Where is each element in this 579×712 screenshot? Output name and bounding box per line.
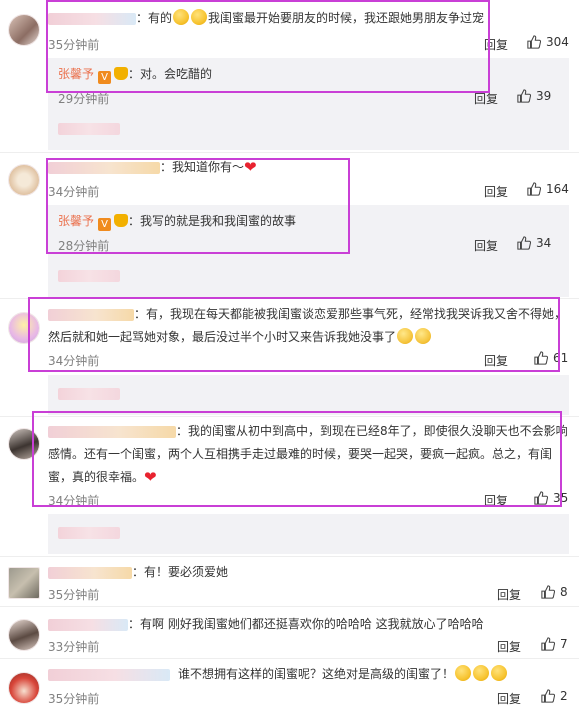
- avatar[interactable]: [8, 164, 40, 196]
- username-blurred[interactable]: [48, 425, 176, 438]
- comment-text-line: 然后就和她一起骂她对象，最后没过半个小时又来告诉我她没事了: [48, 327, 432, 347]
- comment-time: 33分钟前: [48, 640, 100, 654]
- thumbs-up-icon: [527, 182, 542, 196]
- like-button[interactable]: 39: [517, 89, 551, 103]
- like-button[interactable]: 61: [534, 351, 568, 365]
- like-button[interactable]: 8: [541, 585, 568, 599]
- like-button[interactable]: 7: [541, 637, 568, 651]
- reply-time: 28分钟前: [58, 239, 110, 253]
- like-button[interactable]: 164: [527, 182, 569, 196]
- avatar[interactable]: [8, 567, 40, 599]
- laugh-cry-emoji-icon: [397, 328, 414, 344]
- thumbs-up-icon: [517, 89, 532, 103]
- comment-time: 34分钟前: [48, 185, 100, 199]
- reply-button[interactable]: 回复: [497, 586, 521, 603]
- heart-emoji-icon: ❤: [244, 158, 257, 176]
- emoji-icon: [473, 665, 490, 681]
- more-replies-bar[interactable]: [48, 375, 569, 415]
- sub-reply: 张馨予 V ：对。会吃醋的 29分钟前 回复 39: [48, 58, 569, 110]
- comment-text: ：有，我现在每天都能被我闺蜜谈恋爱那些事气死，经常找我哭诉我又舍不得她，: [48, 304, 566, 324]
- like-button[interactable]: 35: [534, 491, 568, 505]
- comment-time: 35分钟前: [48, 692, 100, 706]
- author-name[interactable]: 张馨予: [58, 214, 94, 228]
- reply-text: ：我写的就是我和我闺蜜的故事: [128, 214, 297, 228]
- sub-reply: 张馨予 V ：我写的就是我和我闺蜜的故事 28分钟前 回复 34: [48, 205, 569, 257]
- comment-text-line: 蜜，真的很幸福。❤: [48, 468, 157, 486]
- verified-v-icon: V: [98, 218, 112, 231]
- comment-text: ：有的 我闺蜜最开始要朋友的时候，我还跟她男朋友争过宠: [48, 8, 484, 28]
- reply-button[interactable]: 回复: [497, 690, 521, 707]
- username-blurred[interactable]: [48, 668, 170, 681]
- username-blurred[interactable]: [48, 161, 160, 174]
- like-button[interactable]: 2: [541, 689, 568, 703]
- comment-time: 34分钟前: [48, 494, 100, 508]
- more-replies-bar[interactable]: [48, 110, 569, 150]
- thumbs-up-icon: [541, 637, 556, 651]
- comment-time: 35分钟前: [48, 38, 100, 52]
- thumbs-up-icon: [541, 689, 556, 703]
- grin-emoji-icon: [173, 9, 190, 25]
- avatar[interactable]: [8, 619, 40, 651]
- heart-emoji-icon: ❤: [144, 468, 157, 486]
- comment-text: ：有！要必须爱她: [48, 562, 228, 582]
- reply-button[interactable]: 回复: [484, 183, 508, 200]
- verified-v-icon: V: [98, 71, 112, 84]
- grin-emoji-icon: [191, 9, 208, 25]
- thumbs-up-icon: [517, 236, 532, 250]
- thumbs-up-icon: [541, 585, 556, 599]
- thumbs-up-icon: [534, 351, 549, 365]
- crown-badge-icon: [114, 214, 129, 227]
- author-name[interactable]: 张馨予: [58, 67, 94, 81]
- username-blurred[interactable]: [48, 618, 128, 631]
- avatar[interactable]: [8, 672, 40, 704]
- thumbs-up-icon: [527, 35, 542, 49]
- more-replies-bar[interactable]: [48, 257, 569, 297]
- like-button[interactable]: 304: [527, 35, 569, 49]
- username-blurred[interactable]: [48, 12, 136, 25]
- comment-time: 35分钟前: [48, 588, 100, 602]
- like-button[interactable]: 34: [517, 236, 551, 250]
- reply-text: ：对。会吃醋的: [128, 67, 213, 81]
- comment-text: ：我知道你有～❤: [48, 157, 257, 177]
- comment-text: 谁不想拥有这样的闺蜜呢？这绝对是高级的闺蜜了！: [48, 664, 508, 684]
- reply-button[interactable]: 回复: [484, 352, 508, 369]
- username-blurred[interactable]: [48, 308, 134, 321]
- avatar[interactable]: [8, 428, 40, 460]
- comment-text-line: 感情。还有一个闺蜜，两个人互相携手走过最难的时候，要哭一起哭，要疯一起疯。总之，…: [48, 447, 553, 461]
- more-replies-bar[interactable]: [48, 514, 569, 554]
- comment-text: ：我的闺蜜从初中到高中，到现在已经8年了，即使很久没聊天也不会影响: [48, 421, 568, 441]
- avatar[interactable]: [8, 312, 40, 344]
- comment-feed: ：有的 我闺蜜最开始要朋友的时候，我还跟她男朋友争过宠 35分钟前 回复 304 …: [0, 0, 579, 712]
- thumbs-up-icon: [534, 491, 549, 505]
- reply-button[interactable]: 回复: [497, 638, 521, 655]
- comment-text: ：有啊 刚好我闺蜜她们都还挺喜欢你的哈哈哈 这我就放心了哈哈哈: [48, 614, 484, 634]
- comment-time: 34分钟前: [48, 354, 100, 368]
- laugh-cry-emoji-icon: [415, 328, 432, 344]
- emoji-icon: [491, 665, 508, 681]
- reply-button[interactable]: 回复: [484, 36, 508, 53]
- username-blurred[interactable]: [48, 566, 132, 579]
- emoji-icon: [455, 665, 472, 681]
- reply-time: 29分钟前: [58, 92, 110, 106]
- reply-button[interactable]: 回复: [484, 492, 508, 509]
- reply-button[interactable]: 回复: [474, 90, 498, 107]
- avatar[interactable]: [8, 14, 40, 46]
- reply-button[interactable]: 回复: [474, 237, 498, 254]
- crown-badge-icon: [114, 67, 129, 80]
